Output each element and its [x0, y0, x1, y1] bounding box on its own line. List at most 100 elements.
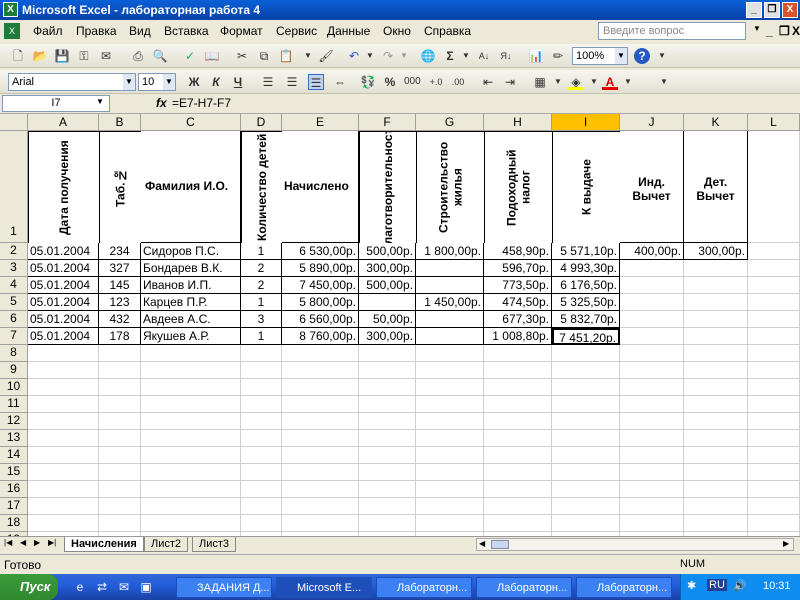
cell-a16[interactable] — [28, 481, 99, 498]
cell-d18[interactable] — [241, 515, 282, 532]
cell-g4[interactable] — [416, 277, 484, 294]
print-preview-icon[interactable]: 🔍 — [152, 48, 168, 64]
cell-d6[interactable]: 3 — [241, 311, 282, 328]
cell-b6[interactable]: 432 — [99, 311, 141, 328]
close-button[interactable]: X — [782, 2, 798, 18]
task-lab-3[interactable]: Лабораторн... — [576, 577, 672, 598]
last-sheet-icon[interactable]: ▶| — [48, 538, 56, 547]
col-header-h[interactable]: H — [484, 114, 552, 131]
cell-k9[interactable] — [684, 362, 748, 379]
col-header-k[interactable]: K — [684, 114, 748, 131]
cell-i8[interactable] — [552, 345, 620, 362]
save-icon[interactable]: 💾 — [54, 48, 70, 64]
cell-d4[interactable]: 2 — [241, 277, 282, 294]
cell-i6[interactable]: 5 832,70р. — [552, 311, 620, 328]
cell-b11[interactable] — [99, 396, 141, 413]
undo-icon[interactable]: ↶ — [346, 48, 362, 64]
cell-c5[interactable]: Карцев П.Р. — [141, 294, 241, 311]
row-header-15[interactable]: 15 — [0, 464, 28, 481]
cell-h2[interactable]: 458,90р. — [484, 243, 552, 260]
col-header-d[interactable]: D — [241, 114, 282, 131]
cell-d10[interactable] — [241, 379, 282, 396]
help-search-input[interactable]: Введите вопрос — [598, 22, 746, 40]
cell-e13[interactable] — [282, 430, 359, 447]
cell-g8[interactable] — [416, 345, 484, 362]
menu-file[interactable]: Файл — [33, 24, 63, 38]
cell-i10[interactable] — [552, 379, 620, 396]
cell-b9[interactable] — [99, 362, 141, 379]
bold-button[interactable]: Ж — [186, 74, 202, 90]
font-size-select[interactable]: 10 ▼ — [138, 73, 176, 91]
cell-e16[interactable] — [282, 481, 359, 498]
underline-button[interactable]: Ч — [230, 74, 246, 90]
cell-k3[interactable] — [684, 260, 748, 277]
cell-i15[interactable] — [552, 464, 620, 481]
cell-i2[interactable]: 5 571,10р. — [552, 243, 620, 260]
cell-e2[interactable]: 6 530,00р. — [282, 243, 359, 260]
cell-g16[interactable] — [416, 481, 484, 498]
cell-g12[interactable] — [416, 413, 484, 430]
autosum-icon[interactable]: Σ — [442, 48, 458, 64]
ie-icon[interactable]: e — [72, 579, 88, 595]
cell-l15[interactable] — [748, 464, 800, 481]
cell-i14[interactable] — [552, 447, 620, 464]
cell-b2[interactable]: 234 — [99, 243, 141, 260]
cell-g2[interactable]: 1 800,00р. — [416, 243, 484, 260]
row-header-12[interactable]: 12 — [0, 413, 28, 430]
cell-d15[interactable] — [241, 464, 282, 481]
sheet-tab-list3[interactable]: Лист3 — [192, 537, 237, 552]
scroll-left-icon[interactable]: ◀ — [479, 539, 485, 548]
cell-a13[interactable] — [28, 430, 99, 447]
cell-j9[interactable] — [620, 362, 684, 379]
cell-c17[interactable] — [141, 498, 241, 515]
cell-k2[interactable]: 300,00р. — [684, 243, 748, 260]
col-header-j[interactable]: J — [620, 114, 684, 131]
cell-c15[interactable] — [141, 464, 241, 481]
prev-sheet-icon[interactable]: ◀ — [20, 538, 26, 547]
cell-d16[interactable] — [241, 481, 282, 498]
cell-j11[interactable] — [620, 396, 684, 413]
row-header-8[interactable]: 8 — [0, 345, 28, 362]
cell-e3[interactable]: 5 890,00р. — [282, 260, 359, 277]
toolbar-options-icon-2[interactable]: ▼ — [656, 74, 672, 90]
cell-e7[interactable]: 8 760,00р. — [282, 328, 359, 345]
next-sheet-icon[interactable]: ▶ — [34, 538, 40, 547]
cell-e4[interactable]: 7 450,00р. — [282, 277, 359, 294]
align-right-icon[interactable]: ☰ — [308, 74, 324, 90]
show-desktop-icon[interactable]: ▣ — [138, 579, 154, 595]
cell-j14[interactable] — [620, 447, 684, 464]
menu-tools[interactable]: Сервис — [276, 24, 317, 38]
cell-b13[interactable] — [99, 430, 141, 447]
cell-h13[interactable] — [484, 430, 552, 447]
cell-f11[interactable] — [359, 396, 416, 413]
cell-f13[interactable] — [359, 430, 416, 447]
cell-k18[interactable] — [684, 515, 748, 532]
cell-i16[interactable] — [552, 481, 620, 498]
cell-a2[interactable]: 05.01.2004 — [28, 243, 99, 260]
cell-c7[interactable]: Якушев А.Р. — [141, 328, 241, 345]
row-header-16[interactable]: 16 — [0, 481, 28, 498]
cell-e11[interactable] — [282, 396, 359, 413]
outlook-icon[interactable]: ✉ — [116, 579, 132, 595]
row-header-10[interactable]: 10 — [0, 379, 28, 396]
cell-l5[interactable] — [748, 294, 800, 311]
sheet-tab-nachisleniya[interactable]: Начисления — [64, 537, 144, 552]
cell-c8[interactable] — [141, 345, 241, 362]
cell-f10[interactable] — [359, 379, 416, 396]
autosum-dropdown-icon[interactable]: ▼ — [458, 48, 474, 64]
cell-d12[interactable] — [241, 413, 282, 430]
new-icon[interactable]: 🗋 — [10, 48, 26, 64]
spreadsheet-grid[interactable]: A B C D E F G H I J K L 1 Дата получения… — [0, 114, 800, 536]
cell-a7[interactable]: 05.01.2004 — [28, 328, 99, 345]
cell-a3[interactable]: 05.01.2004 — [28, 260, 99, 277]
cell-l7[interactable] — [748, 328, 800, 345]
align-left-icon[interactable]: ☰ — [260, 74, 276, 90]
cell-c4[interactable]: Иванов И.П. — [141, 277, 241, 294]
decrease-decimal-icon[interactable]: .00 — [450, 74, 466, 90]
cell-k17[interactable] — [684, 498, 748, 515]
cell-b5[interactable]: 123 — [99, 294, 141, 311]
row-header-7[interactable]: 7 — [0, 328, 28, 345]
cell-g18[interactable] — [416, 515, 484, 532]
sort-ascending-icon[interactable]: A↓ — [476, 48, 492, 64]
cell-f2[interactable]: 500,00р. — [359, 243, 416, 260]
